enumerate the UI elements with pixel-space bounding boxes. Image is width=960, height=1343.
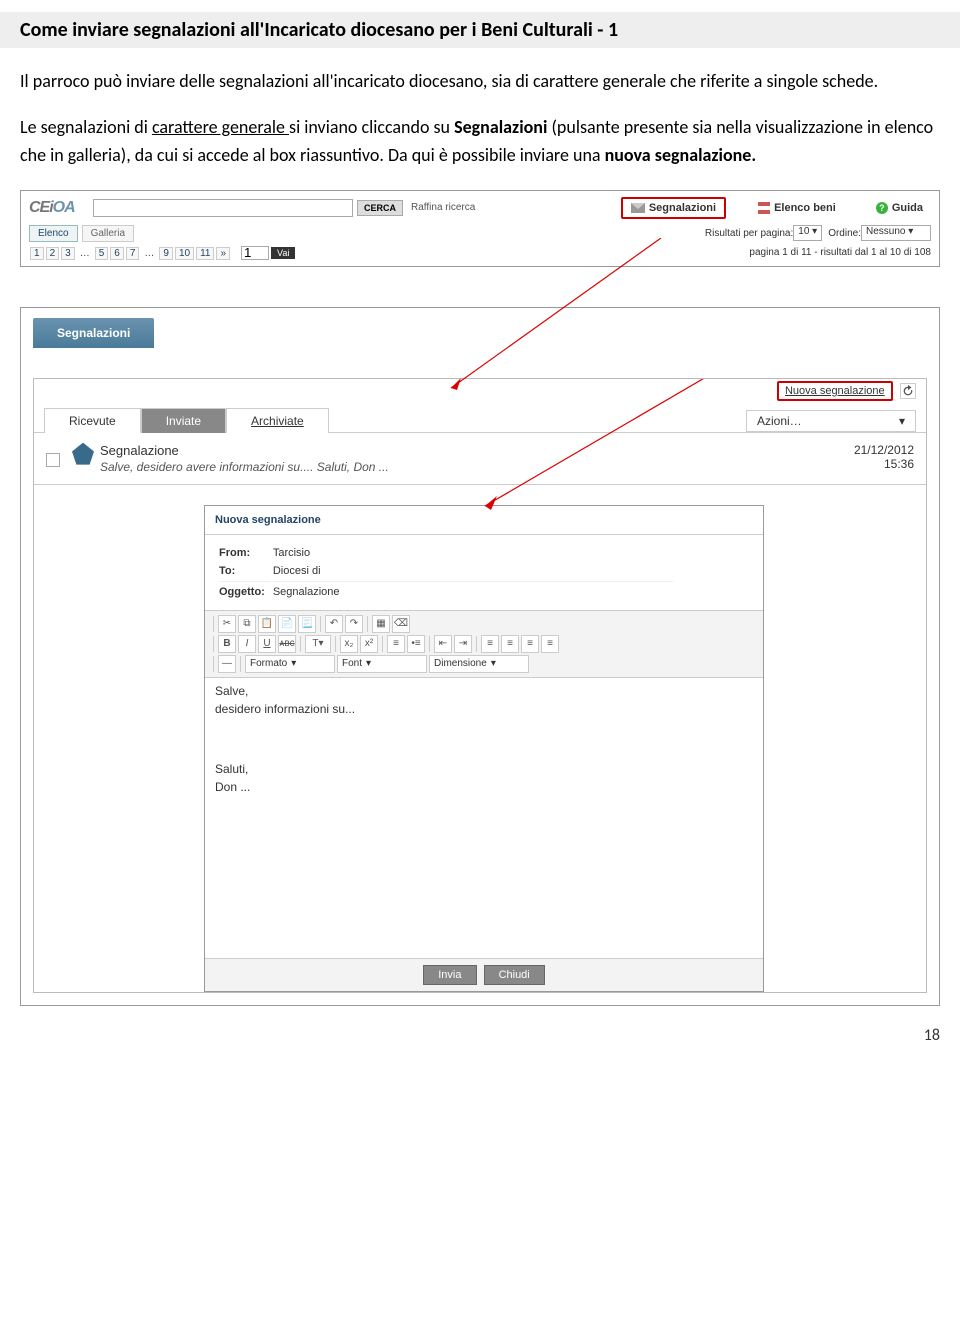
azioni-select[interactable]: Azioni…▾ — [746, 410, 916, 432]
para-2: Le segnalazioni di carattere generale si… — [20, 114, 940, 170]
paste-text-icon[interactable]: 📄 — [278, 615, 296, 633]
strike-icon[interactable]: ᴀʙᴄ — [278, 635, 296, 653]
paste-word-icon[interactable]: 📃 — [298, 615, 316, 633]
segnalazioni-button[interactable]: Segnalazioni — [621, 197, 726, 219]
tab-ricevute[interactable]: Ricevute — [44, 408, 141, 433]
undo-icon[interactable]: ↶ — [325, 615, 343, 633]
editor-body[interactable]: Salve, desidero informazioni su... Salut… — [205, 678, 763, 958]
goto-page-input[interactable] — [241, 246, 269, 260]
table-icon[interactable]: ▦ — [372, 615, 390, 633]
search-input[interactable] — [93, 199, 353, 217]
size-select[interactable]: Dimensione▾ — [429, 655, 529, 673]
message-date: 21/12/201215:36 — [854, 443, 914, 471]
oggetto-value[interactable]: Segnalazione — [273, 581, 673, 600]
superscript-icon[interactable]: x² — [360, 635, 378, 653]
refine-search-link[interactable]: Raffina ricerca — [411, 202, 475, 213]
from-value: Tarcisio — [273, 545, 673, 561]
to-label: To: — [219, 563, 271, 579]
message-row[interactable]: Segnalazione Salve, desidero avere infor… — [34, 433, 926, 485]
editor-toolbar: ✂ ⧉ 📋 📄 📃 ↶ ↷ ▦ ⌫ B I U ᴀʙ — [205, 610, 763, 678]
italic-icon[interactable]: I — [238, 635, 256, 653]
chevron-down-icon: ▾ — [366, 658, 371, 669]
align-left-icon[interactable]: ≡ — [481, 635, 499, 653]
guida-button[interactable]: ? Guida — [868, 199, 931, 217]
outdent-icon[interactable]: ⇤ — [434, 635, 452, 653]
app-logo: CEiOA — [29, 199, 89, 217]
tab-archiviate[interactable]: Archiviate — [226, 408, 329, 433]
help-icon: ? — [876, 202, 888, 214]
tab-inviate[interactable]: Inviate — [141, 408, 226, 433]
message-preview: Salve, desidero avere informazioni su...… — [100, 460, 854, 474]
editor-title: Nuova segnalazione — [205, 506, 763, 535]
underline-icon[interactable]: U — [258, 635, 276, 653]
invia-button[interactable]: Invia — [423, 965, 476, 985]
message-title: Segnalazione — [100, 443, 854, 458]
app-topbar-screenshot: CEiOA CERCA Raffina ricerca Segnalazioni… — [20, 190, 940, 267]
subscript-icon[interactable]: x₂ — [340, 635, 358, 653]
chevron-down-icon: ▾ — [291, 658, 296, 669]
oggetto-label: Oggetto: — [219, 581, 271, 600]
chevron-down-icon: ▾ — [899, 414, 905, 428]
order-select[interactable]: Nessuno ▾ — [861, 225, 931, 241]
elenco-beni-button[interactable]: Elenco beni — [750, 199, 844, 217]
page-title: Come inviare segnalazioni all'Incaricato… — [0, 18, 960, 42]
tab-galleria[interactable]: Galleria — [82, 225, 134, 242]
text-color-icon[interactable]: T▾ — [305, 635, 331, 653]
tab-elenco[interactable]: Elenco — [29, 225, 78, 242]
ol-icon[interactable]: ≡ — [387, 635, 405, 653]
editor-panel: Nuova segnalazione From: Tarcisio To: Di… — [204, 505, 764, 992]
chevron-down-icon: ▾ — [491, 658, 496, 669]
from-label: From: — [219, 545, 271, 561]
result-info: pagina 1 di 11 - risultati dal 1 al 10 d… — [749, 247, 931, 258]
para-1: Il parroco può inviare delle segnalazion… — [20, 68, 940, 96]
segnalazioni-panel-screenshot: Segnalazioni Nuova segnalazione Ricevute… — [20, 307, 940, 1006]
redo-icon[interactable]: ↷ — [345, 615, 363, 633]
pager[interactable]: 123…567…91011» — [29, 247, 231, 259]
hr-icon[interactable]: — — [218, 655, 236, 673]
page-number: 18 — [20, 1026, 940, 1045]
mail-icon — [631, 203, 645, 213]
perpage-label: Risultati per pagina: — [705, 228, 793, 239]
to-value: Diocesi di — [273, 563, 673, 579]
goto-button[interactable]: Vai — [271, 247, 295, 259]
ul-icon[interactable]: •≡ — [407, 635, 425, 653]
list-icon — [758, 202, 770, 214]
message-checkbox[interactable] — [46, 453, 60, 467]
search-button[interactable]: CERCA — [357, 200, 403, 216]
nuova-segnalazione-link[interactable]: Nuova segnalazione — [777, 381, 893, 401]
align-right-icon[interactable]: ≡ — [521, 635, 539, 653]
eraser-icon[interactable]: ⌫ — [392, 615, 410, 633]
copy-icon[interactable]: ⧉ — [238, 615, 256, 633]
align-just-icon[interactable]: ≡ — [541, 635, 559, 653]
avatar-icon — [72, 443, 94, 465]
paste-icon[interactable]: 📋 — [258, 615, 276, 633]
cut-icon[interactable]: ✂ — [218, 615, 236, 633]
format-select[interactable]: Formato▾ — [245, 655, 335, 673]
chiudi-button[interactable]: Chiudi — [484, 965, 545, 985]
order-label: Ordine: — [828, 228, 861, 239]
refresh-icon[interactable] — [900, 383, 916, 399]
indent-icon[interactable]: ⇥ — [454, 635, 472, 653]
segnalazioni-tab-header: Segnalazioni — [33, 318, 154, 348]
bold-icon[interactable]: B — [218, 635, 236, 653]
intro-paragraphs: Il parroco può inviare delle segnalazion… — [20, 68, 940, 170]
title-bar: Come inviare segnalazioni all'Incaricato… — [0, 12, 960, 48]
align-center-icon[interactable]: ≡ — [501, 635, 519, 653]
perpage-select[interactable]: 10 ▾ — [793, 225, 822, 241]
font-select[interactable]: Font▾ — [337, 655, 427, 673]
